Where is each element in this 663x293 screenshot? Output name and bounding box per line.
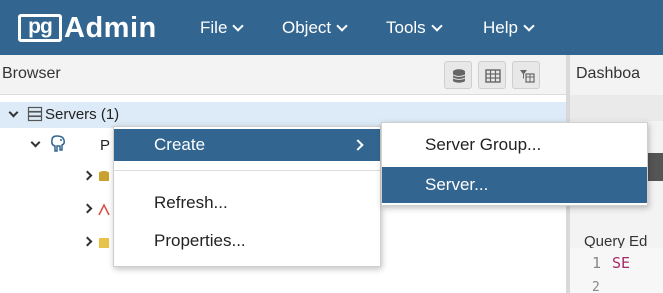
menu-object[interactable]: Object [282, 18, 348, 38]
sql-filter-icon [520, 70, 535, 83]
menu-item-refresh[interactable]: Refresh... [114, 187, 380, 219]
code-text: SE [612, 254, 631, 272]
browser-panel-header: Browser [0, 55, 566, 95]
menu-object-label: Object [282, 18, 332, 37]
menu-item-server[interactable]: Server... [382, 167, 647, 203]
logo-admin-text: Admin [64, 11, 157, 44]
chevron-down-icon [523, 19, 535, 32]
line-number: 1 [592, 254, 602, 272]
chevron-down-icon [431, 19, 443, 32]
table-icon [485, 69, 501, 83]
pgadmin-logo: pg Admin [18, 12, 157, 44]
menu-item-properties[interactable]: Properties... [114, 225, 380, 257]
menu-item-refresh-label: Refresh... [154, 193, 228, 212]
menu-item-properties-label: Properties... [154, 231, 246, 250]
tree-label-server-partial: P [100, 137, 111, 154]
tablespaces-icon [99, 238, 109, 248]
menu-divider [114, 170, 380, 171]
filtered-rows-button[interactable] [512, 61, 540, 89]
menu-tools-label: Tools [386, 18, 426, 37]
query-tool-button[interactable] [444, 61, 472, 89]
menu-item-server-group-label: Server Group... [425, 135, 542, 154]
menu-help-label: Help [483, 18, 518, 37]
context-menu: Create Refresh... Properties... [113, 126, 381, 267]
menu-item-create-label: Create [154, 135, 206, 154]
menu-file[interactable]: File [200, 18, 245, 38]
browser-title: Browser [2, 65, 61, 82]
tree-label-servers: Servers (1) [45, 106, 120, 123]
menu-item-create[interactable]: Create [114, 129, 380, 161]
database-icon [452, 69, 466, 83]
menu-tools[interactable]: Tools [386, 18, 443, 38]
menu-item-server-group[interactable]: Server Group... [382, 129, 647, 161]
databases-icon [99, 171, 109, 181]
tab-dashboard[interactable]: Dashboa [576, 65, 640, 83]
postgresql-elephant-icon [51, 135, 65, 152]
login-roles-icon [98, 203, 110, 216]
create-submenu: Server Group... Server... [381, 122, 648, 206]
menu-help[interactable]: Help [483, 18, 535, 38]
top-navbar: pg Admin File Object Tools Help [0, 0, 663, 55]
logo-pg-mark: pg [18, 14, 62, 42]
menu-file-label: File [200, 18, 228, 37]
query-toolbar [570, 95, 663, 121]
chevron-down-icon [336, 19, 348, 32]
servers-icon [27, 106, 43, 122]
line-number: 2 [592, 280, 600, 293]
chevron-down-icon [232, 19, 245, 32]
menu-item-server-label: Server... [425, 175, 489, 194]
view-data-button[interactable] [478, 61, 506, 89]
